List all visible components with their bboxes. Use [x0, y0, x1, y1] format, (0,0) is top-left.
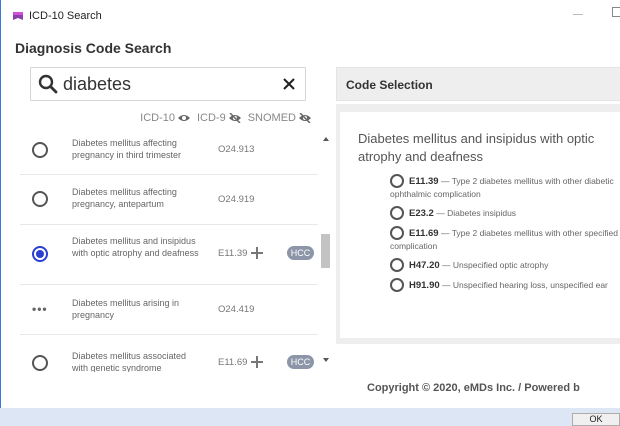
- code-option[interactable]: E11.69 — Type 2 diabetes mellitus with o…: [390, 226, 620, 252]
- expand-plus-icon[interactable]: [251, 356, 264, 368]
- more-dots-icon: •••: [32, 302, 48, 316]
- window-title: ICD-10 Search: [29, 10, 102, 22]
- code-option-description: Unspecified optic atrophy: [452, 260, 549, 270]
- eye-icon: [177, 115, 190, 121]
- em-dash: —: [442, 260, 451, 270]
- code-option-radio[interactable]: [390, 174, 404, 188]
- window-border: [0, 0, 1, 426]
- icd10-search-window: ICD-10 Search Diagnosis Code Search ICD-…: [0, 0, 620, 426]
- scroll-down-icon[interactable]: [323, 358, 329, 362]
- eye-slash-icon: [299, 113, 311, 123]
- title-bar: ICD-10 Search: [0, 0, 620, 32]
- result-code: O24.919: [218, 194, 254, 205]
- code-option-radio[interactable]: [390, 226, 404, 240]
- em-dash: —: [436, 208, 445, 218]
- maximize-icon[interactable]: [612, 7, 620, 17]
- result-code: O24.419: [218, 304, 254, 315]
- code-system-label: SNOMED: [247, 112, 296, 124]
- code-option-description: Unspecified hearing loss, unspecified ea…: [452, 280, 608, 290]
- code-system-label: ICD-9: [196, 112, 226, 124]
- code-selection-panel: Diabetes mellitus and insipidus with opt…: [336, 104, 620, 344]
- code-system-toggles: ICD-10 ICD-9 SNOMED: [30, 110, 312, 126]
- code-option-description: Diabetes insipidus: [447, 208, 517, 218]
- code-selection-card: Diabetes mellitus and insipidus with opt…: [340, 112, 620, 338]
- result-code: E11.69: [218, 356, 264, 368]
- result-radio-selected[interactable]: [32, 246, 48, 262]
- result-description: Diabetes mellitus affecting pregnancy, a…: [72, 187, 177, 209]
- code-option-code: E11.39: [409, 176, 439, 187]
- code-option-radio[interactable]: [390, 206, 404, 220]
- eye-slash-icon: [228, 113, 241, 123]
- dialog-button-bar: [0, 408, 620, 426]
- row-divider: [20, 284, 318, 285]
- app-icon: [12, 11, 24, 21]
- code-system-label: ICD-10: [140, 112, 175, 124]
- em-dash: —: [440, 228, 450, 238]
- row-divider: [20, 334, 318, 335]
- scroll-thumb[interactable]: [321, 234, 330, 268]
- result-code-text: O24.419: [218, 304, 255, 315]
- result-row[interactable]: Diabetes mellitus affecting pregnancy, a…: [20, 176, 318, 222]
- result-scrollbar[interactable]: [321, 134, 330, 366]
- result-radio[interactable]: [32, 142, 48, 158]
- scroll-up-icon[interactable]: [323, 137, 329, 141]
- result-list: Diabetes mellitus affecting pregnancy in…: [20, 128, 318, 372]
- result-description: Diabetes mellitus and insipidus with opt…: [72, 236, 199, 258]
- code-option[interactable]: H47.20 — Unspecified optic atrophy: [390, 258, 620, 272]
- code-system-icd9[interactable]: ICD-9: [197, 112, 242, 124]
- result-row[interactable]: Diabetes mellitus affecting pregnancy in…: [20, 128, 318, 172]
- ok-button[interactable]: OK: [572, 413, 620, 426]
- em-dash: —: [440, 176, 450, 186]
- hcc-badge: HCC: [287, 246, 314, 260]
- search-box[interactable]: [30, 67, 306, 101]
- result-row[interactable]: Diabetes mellitus associated with geneti…: [20, 336, 318, 372]
- row-divider: [20, 224, 318, 225]
- result-code-text: O24.919: [218, 194, 255, 205]
- code-option[interactable]: H91.90 — Unspecified hearing loss, unspe…: [390, 278, 620, 292]
- code-option[interactable]: E11.39 — Type 2 diabetes mellitus with o…: [390, 174, 620, 200]
- row-divider: [20, 174, 318, 175]
- result-radio[interactable]: [32, 355, 48, 371]
- code-selection-header: Code Selection: [336, 67, 620, 101]
- page-title: Diagnosis Code Search: [15, 40, 172, 56]
- em-dash: —: [442, 280, 451, 290]
- result-radio[interactable]: [32, 191, 48, 207]
- code-system-icd10[interactable]: ICD-10: [140, 112, 191, 124]
- code-option[interactable]: E23.2 — Diabetes insipidus: [390, 206, 620, 220]
- copyright-text: Copyright © 2020, eMDs Inc. / Powered b: [367, 382, 580, 394]
- code-option-code: H47.20: [409, 260, 440, 271]
- clear-search-icon[interactable]: [281, 76, 297, 92]
- result-code: O24.913: [218, 144, 254, 155]
- result-code-text: O24.913: [218, 144, 255, 155]
- minimize-icon[interactable]: [573, 9, 583, 19]
- search-input[interactable]: [62, 73, 282, 95]
- code-selection-heading: Code Selection: [346, 78, 433, 92]
- result-description: Diabetes mellitus arising in pregnancy: [72, 298, 180, 320]
- code-option-code: E23.2: [409, 208, 434, 219]
- search-icon: [36, 71, 62, 97]
- result-description: Diabetes mellitus affecting pregnancy in…: [72, 138, 182, 160]
- code-option-code: H91.90: [409, 280, 440, 291]
- result-description: Diabetes mellitus associated with geneti…: [72, 351, 187, 372]
- result-row[interactable]: Diabetes mellitus and insipidus with opt…: [20, 226, 318, 282]
- expand-plus-icon[interactable]: [251, 247, 264, 259]
- code-system-snomed[interactable]: SNOMED: [248, 112, 312, 124]
- code-option-code: E11.69: [409, 228, 439, 239]
- code-option-radio[interactable]: [390, 258, 404, 272]
- result-code: E11.39: [218, 247, 264, 259]
- code-selection-title: Diabetes mellitus and insipidus with opt…: [358, 131, 595, 164]
- hcc-badge: HCC: [287, 355, 314, 369]
- code-option-radio[interactable]: [390, 278, 404, 292]
- result-row[interactable]: ••• Diabetes mellitus arising in pregnan…: [20, 286, 318, 332]
- result-code-text: E11.39: [218, 247, 248, 259]
- result-code-text: E11.69: [218, 356, 248, 368]
